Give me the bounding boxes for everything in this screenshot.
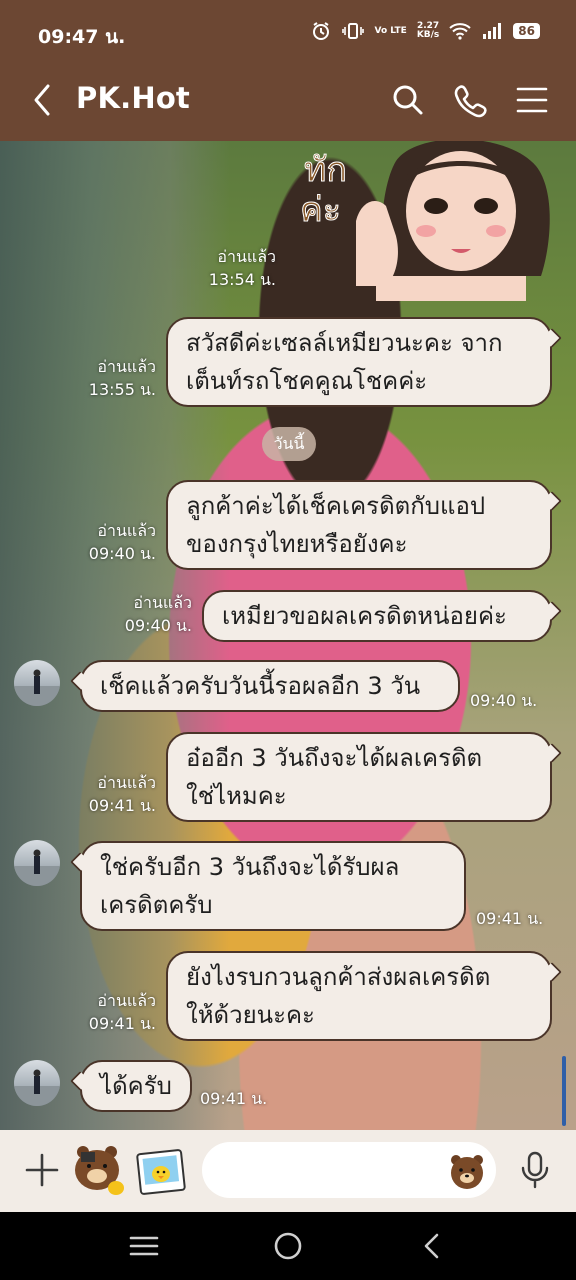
message-meta: อ่านแล้ว 13:55 น. xyxy=(89,355,156,401)
message-bubble-outgoing[interactable]: สวัสดีค่ะเซลล์เหมียวนะคะ จาก เต็นท์รถโชค… xyxy=(166,317,552,407)
chat-title: PK.Hot xyxy=(76,81,190,115)
read-receipt: อ่านแล้ว xyxy=(97,991,156,1010)
message-bubble-outgoing[interactable]: อ๋ออีก 3 วันถึงจะได้ผลเครดิต ใช่ไหมคะ xyxy=(166,732,552,822)
message-time: 09:41 น. xyxy=(88,796,156,815)
message-time: 09:41 น. xyxy=(200,1089,268,1108)
system-back-button[interactable] xyxy=(412,1230,452,1262)
menu-button[interactable] xyxy=(512,80,552,120)
message-text-line: เครดิตครับ xyxy=(100,891,213,919)
search-button[interactable] xyxy=(388,80,428,120)
message-time: 09:41 น. xyxy=(88,1014,156,1033)
message-text-line: ของกรุงไทยหรือยังคะ xyxy=(186,530,408,558)
sticker-message[interactable]: ทัก ค่ะ xyxy=(296,141,556,301)
emoji-button[interactable] xyxy=(448,1152,486,1190)
date-divider: วันนี้ xyxy=(262,427,316,461)
message-meta: อ่านแล้ว 09:41 น. xyxy=(89,989,156,1035)
search-icon xyxy=(393,85,423,115)
avatar[interactable] xyxy=(14,660,60,706)
message-time: 09:40 น. xyxy=(470,691,538,710)
scrollbar[interactable] xyxy=(562,1056,566,1126)
message-bubble-incoming[interactable]: ได้ครับ xyxy=(80,1060,192,1112)
message-meta: อ่านแล้ว 09:40 น. xyxy=(125,591,192,637)
message-bubble-outgoing[interactable]: เหมียวขอผลเครดิตหน่อยค่ะ xyxy=(202,590,552,642)
message-text-line: สวัสดีค่ะเซลล์เหมียวนะคะ จาก xyxy=(186,329,503,357)
message-time: 13:55 น. xyxy=(88,380,156,399)
message-bubble-outgoing[interactable]: ลูกค้าค่ะได้เช็คเครดิตกับแอป ของกรุงไทยห… xyxy=(166,480,552,570)
message-time: 13:54 น. xyxy=(208,270,276,289)
plus-icon xyxy=(25,1153,59,1187)
back-arrow-icon xyxy=(34,84,50,116)
alarm-icon xyxy=(310,20,332,42)
phone-icon xyxy=(454,85,487,118)
message-time: 09:40 น. xyxy=(124,616,192,635)
sticker-meta: อ่านแล้ว 13:54 น. xyxy=(209,245,276,291)
photo-button[interactable] xyxy=(136,1148,186,1196)
message-bubble-outgoing[interactable]: ยังไงรบกวนลูกค้าส่งผลเครดิต ให้ด้วยนะคะ xyxy=(166,951,552,1041)
read-receipt: อ่านแล้ว xyxy=(133,593,192,612)
message-bubble-incoming[interactable]: เช็คแล้วครับวันนี้รอผลอีก 3 วัน xyxy=(80,660,460,712)
system-nav-bar xyxy=(0,1212,576,1280)
input-bar xyxy=(0,1130,576,1212)
message-text-line: ใช่ไหมคะ xyxy=(186,782,287,810)
battery-indicator: 86 xyxy=(513,23,540,39)
vibrate-icon xyxy=(342,20,365,42)
sticker-icon xyxy=(75,1146,124,1195)
voice-button[interactable] xyxy=(518,1150,552,1190)
avatar[interactable] xyxy=(14,1060,60,1106)
home-button[interactable] xyxy=(268,1230,308,1262)
back-button[interactable] xyxy=(26,80,60,120)
net-speed-unit: KB/s xyxy=(416,30,440,40)
avatar[interactable] xyxy=(14,840,60,886)
read-receipt: อ่านแล้ว xyxy=(97,357,156,376)
message-time: 09:41 น. xyxy=(476,909,544,928)
svg-text:ค่ะ: ค่ะ xyxy=(300,190,341,230)
message-text-line: อ๋ออีก 3 วันถึงจะได้ผลเครดิต xyxy=(186,744,483,772)
microphone-icon xyxy=(521,1151,549,1189)
home-icon xyxy=(274,1232,302,1260)
message-text-line: ได้ครับ xyxy=(100,1072,172,1100)
sticker-button[interactable] xyxy=(70,1142,126,1198)
call-button[interactable] xyxy=(450,80,490,120)
status-icons: Vo LTE 2.27 KB/s 86 xyxy=(310,20,540,42)
message-bubble-incoming[interactable]: ใช่ครับอีก 3 วันถึงจะได้รับผล เครดิตครับ xyxy=(80,841,466,931)
recent-apps-icon xyxy=(129,1236,159,1256)
chat-area[interactable]: ทัก ค่ะ อ่านแล้ว 13:54 น. อ่านแล้ว 13:55… xyxy=(0,141,576,1130)
message-text-line: ให้ด้วยนะคะ xyxy=(186,1001,315,1029)
recent-apps-button[interactable] xyxy=(124,1230,164,1262)
message-text-line: ใช่ครับอีก 3 วันถึงจะได้รับผล xyxy=(100,853,400,881)
net-speed: 2.27 KB/s xyxy=(417,22,439,40)
add-button[interactable] xyxy=(24,1152,60,1188)
message-text-line: ลูกค้าค่ะได้เช็คเครดิตกับแอป xyxy=(186,492,486,520)
wifi-icon xyxy=(449,20,471,42)
message-text-line: เต็นท์รถโชคคูณโชคค่ะ xyxy=(186,367,428,395)
message-meta: อ่านแล้ว 09:40 น. xyxy=(89,519,156,565)
emoji-bear-icon xyxy=(451,1155,483,1189)
status-time: 09:47 น. xyxy=(38,26,126,48)
message-text-line: ยังไงรบกวนลูกค้าส่งผลเครดิต xyxy=(186,963,491,991)
top-bar: 09:47 น. Vo LTE 2.27 KB/s 86 PK.Hot xyxy=(0,0,576,141)
read-receipt: อ่านแล้ว xyxy=(97,521,156,540)
message-text-line: เหมียวขอผลเครดิตหน่อยค่ะ xyxy=(222,602,507,630)
system-back-icon xyxy=(424,1233,439,1259)
signal-icon xyxy=(481,20,503,42)
volte-label: Vo LTE xyxy=(374,25,407,36)
message-meta: อ่านแล้ว 09:41 น. xyxy=(89,771,156,817)
svg-text:ทัก: ทัก xyxy=(304,150,347,190)
read-receipt: อ่านแล้ว xyxy=(217,247,276,266)
read-receipt: อ่านแล้ว xyxy=(97,773,156,792)
message-text-line: เช็คแล้วครับวันนี้รอผลอีก 3 วัน xyxy=(100,672,421,700)
message-time: 09:40 น. xyxy=(88,544,156,563)
photo-icon xyxy=(136,1149,186,1195)
menu-icon xyxy=(516,87,548,113)
